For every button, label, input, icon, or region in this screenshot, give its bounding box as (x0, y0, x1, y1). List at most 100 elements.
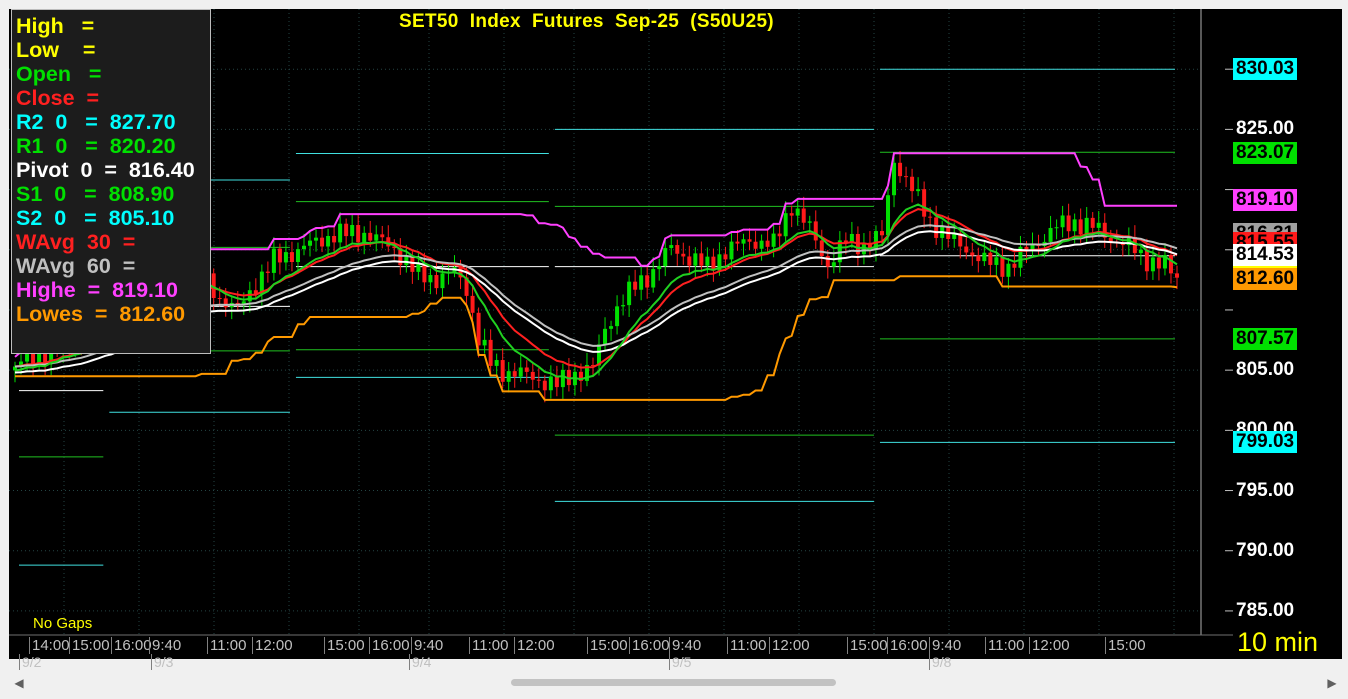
candle-body (771, 233, 776, 247)
x-time-label: 16:00 (111, 637, 152, 654)
candle-body (795, 208, 800, 216)
candle-body (1012, 263, 1017, 268)
candle-body (982, 252, 987, 262)
candle-body (813, 221, 818, 241)
legend-s1: S1 0 = 808.90 (16, 182, 175, 206)
candle-body (530, 371, 535, 380)
x-time-label: 9:40 (411, 637, 443, 654)
legend-low: Low = (16, 38, 96, 62)
candle-body (277, 248, 282, 263)
x-time-label: 14:00 (29, 637, 70, 654)
price-tag: 830.03 (1233, 57, 1298, 80)
candle-body (434, 275, 439, 289)
candle-body (326, 236, 331, 247)
candle-body (1168, 254, 1173, 274)
candle-body (560, 369, 565, 388)
legend-high: High = (16, 14, 95, 38)
candle-body (699, 253, 704, 266)
y-tick-label: 805.00 (1236, 359, 1295, 381)
candle-body (729, 241, 734, 260)
x-time-label: 15:00 (69, 637, 110, 654)
legend-close: Close = (16, 86, 100, 110)
candle-body (314, 237, 319, 241)
candle-body (735, 241, 740, 244)
candle-body (1066, 215, 1071, 232)
scroll-left-icon[interactable]: ◀ (11, 676, 27, 691)
candle-body (31, 353, 36, 364)
candle-body (928, 216, 933, 218)
y-tick-label: 785.00 (1236, 599, 1295, 621)
x-date-label: 9/8 (929, 654, 951, 670)
candle-body (440, 273, 445, 289)
timeframe-label[interactable]: 10 min (1237, 627, 1318, 658)
horizontal-scrollbar[interactable]: ◀ ▶ (9, 674, 1342, 693)
chart-title: SET50 Index Futures Sep-25 (S50U25) (399, 11, 774, 32)
candle-body (356, 225, 361, 243)
candle-body (338, 223, 343, 243)
candle-body (1060, 215, 1065, 228)
candle-body (783, 213, 788, 237)
candle-body (922, 189, 927, 217)
candle-body (934, 217, 939, 238)
candle-body (615, 306, 620, 327)
candle-body (964, 246, 969, 253)
candle-body (524, 367, 529, 372)
candle-body (904, 176, 909, 178)
x-time-label: 9:40 (929, 637, 961, 654)
candle-body (777, 233, 782, 237)
candle-body (759, 240, 764, 249)
candle-body (223, 298, 228, 308)
y-tick-label: 825.00 (1236, 118, 1295, 140)
candle-body (488, 339, 493, 366)
scroll-right-icon[interactable]: ▶ (1324, 676, 1340, 691)
candle-body (374, 234, 379, 241)
candle-body (518, 367, 523, 377)
price-tag: 812.60 (1233, 267, 1298, 290)
x-time-label: 11:00 (207, 637, 246, 654)
indicator-legend: High = Low = Open = Close = R2 0 = 827.7… (11, 9, 211, 354)
candle-body (886, 195, 891, 236)
scrollbar-thumb[interactable] (511, 679, 836, 686)
candle-body (651, 269, 656, 288)
candle-body (988, 252, 993, 265)
candle-body (295, 249, 300, 263)
x-time-label: 11:00 (985, 637, 1024, 654)
candle-body (1054, 227, 1059, 229)
candle-body (332, 236, 337, 243)
candle-body (506, 371, 511, 382)
candle-body (265, 271, 270, 273)
candle-body (1078, 219, 1083, 235)
candle-body (916, 189, 921, 192)
x-time-label: 12:00 (1029, 637, 1070, 654)
legend-lowest: Lowes = 812.60 (16, 302, 186, 326)
legend-highest: Highe = 819.10 (16, 278, 178, 302)
candle-body (621, 305, 626, 307)
candle-body (723, 254, 728, 260)
candle-body (994, 257, 999, 265)
x-time-label: 15:00 (324, 637, 365, 654)
candle-body (362, 232, 367, 243)
price-tag: 799.03 (1233, 431, 1298, 454)
candle-body (789, 213, 794, 216)
candle-body (898, 162, 903, 177)
x-time-label: 16:00 (629, 637, 670, 654)
legend-pivot: Pivot 0 = 816.40 (16, 158, 195, 182)
x-time-label: 11:00 (727, 637, 766, 654)
candle-body (1000, 257, 1005, 277)
candle-body (807, 221, 812, 223)
candle-body (747, 239, 752, 242)
x-time-label: 11:00 (469, 637, 508, 654)
candle-body (548, 376, 553, 391)
candle-body (350, 225, 355, 237)
candle-body (271, 248, 276, 273)
candle-body (428, 275, 433, 283)
candle-body (554, 376, 559, 388)
candle-body (892, 162, 897, 196)
candle-body (639, 275, 644, 290)
candle-body (308, 240, 313, 246)
candle-body (741, 239, 746, 244)
candle-body (1072, 219, 1077, 232)
x-time-label: 15:00 (1105, 637, 1146, 654)
x-time-label: 12:00 (769, 637, 810, 654)
candle-body (536, 379, 541, 381)
